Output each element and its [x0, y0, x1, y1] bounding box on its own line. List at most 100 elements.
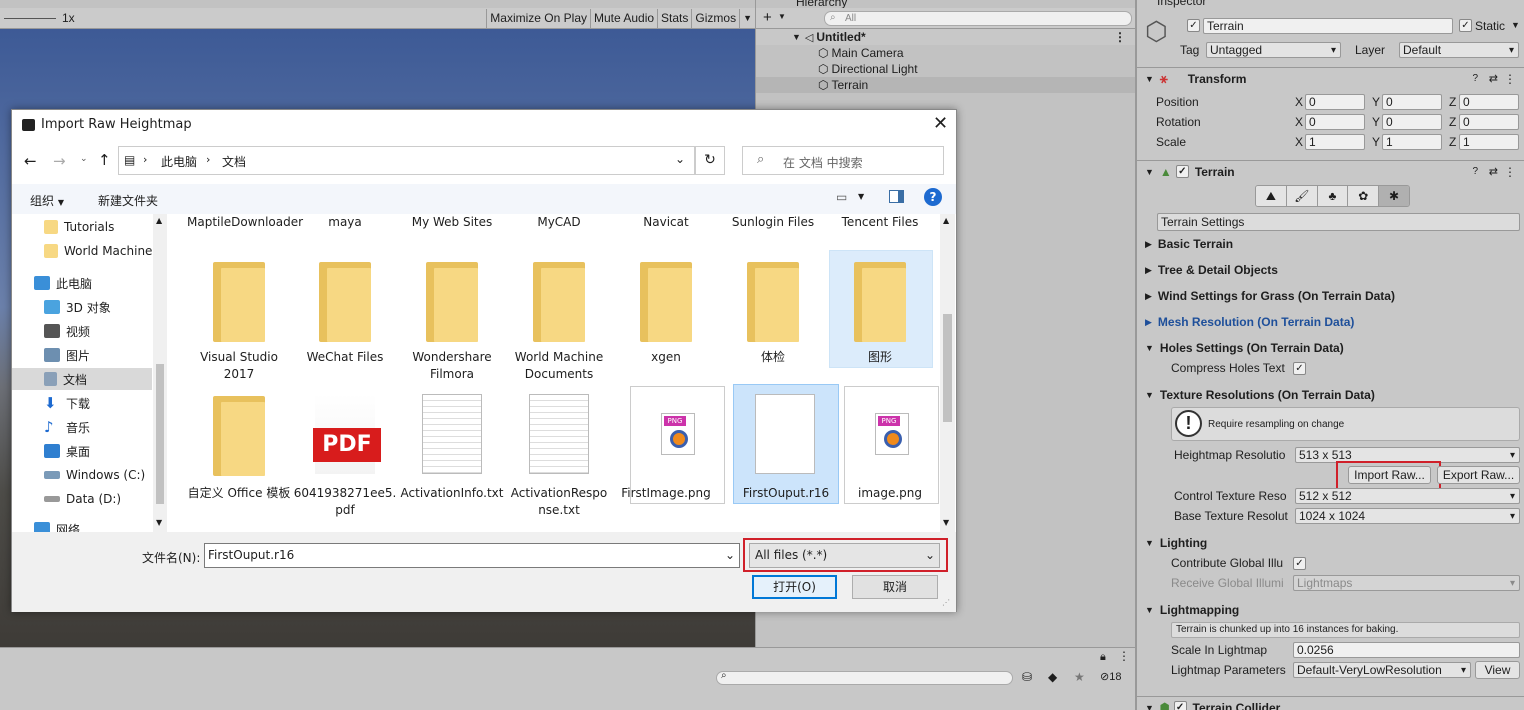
nav-scrollbar[interactable]: ▲ ▼ [153, 214, 167, 532]
new-folder-button[interactable]: 新建文件夹 [98, 192, 158, 209]
fold-icon[interactable]: ▼ [1145, 167, 1154, 177]
help-icon[interactable]: ? [924, 188, 942, 206]
preset-icon[interactable]: ⇄ [1489, 165, 1498, 178]
open-button[interactable]: 打开(O) [752, 575, 837, 599]
terrain-settings-gear-icon[interactable]: ✱ [1379, 186, 1409, 206]
tree-detail-foldout[interactable]: ▶ Tree & Detail Objects [1145, 263, 1278, 277]
scroll-down-icon[interactable]: ▼ [156, 518, 162, 527]
organize-button[interactable]: 组织 ▼ [30, 192, 64, 209]
nav-item-3d-objects[interactable]: 3D 对象 [44, 296, 111, 318]
scale-z-input[interactable]: 1 [1459, 134, 1519, 150]
position-z-input[interactable]: 0 [1459, 94, 1519, 110]
up-arrow-icon[interactable]: ↑ [98, 151, 111, 169]
texture-resolutions-foldout[interactable]: ▼ Texture Resolutions (On Terrain Data) [1145, 388, 1375, 402]
file-item[interactable]: 6041938271ee5.pdf [293, 485, 397, 519]
wind-settings-foldout[interactable]: ▶ Wind Settings for Grass (On Terrain Dat… [1145, 289, 1395, 303]
nav-item-network[interactable]: 网络 [34, 518, 80, 532]
scroll-up-icon[interactable]: ▲ [943, 216, 949, 225]
nav-item-data-d[interactable]: Data (D:) [44, 488, 121, 510]
preset-icon[interactable]: ⇄ [1489, 72, 1498, 85]
cancel-button[interactable]: 取消 [852, 575, 938, 599]
compress-holes-checkbox[interactable]: ✓ [1293, 362, 1306, 375]
folder-item[interactable]: 图形 [828, 349, 932, 366]
basic-terrain-foldout[interactable]: ▶ Basic Terrain [1145, 237, 1233, 251]
menu-icon[interactable]: ⋮ [1118, 649, 1130, 663]
folder-item[interactable]: Sunlogin Files [721, 214, 825, 231]
folder-item[interactable]: My Web Sites [400, 214, 504, 231]
hidden-count[interactable]: ⊘18 [1100, 670, 1121, 683]
lighting-foldout[interactable]: ▼ Lighting [1145, 536, 1207, 550]
gizmos-dropdown-icon[interactable]: ▼ [739, 8, 755, 28]
collider-enabled-checkbox[interactable]: ✓ [1173, 701, 1187, 710]
file-item[interactable]: ActivationInfo.txt [400, 485, 504, 502]
fold-icon[interactable]: ▼ [792, 32, 801, 42]
nav-item-desktop[interactable]: 桌面 [44, 440, 90, 462]
add-dropdown-icon[interactable]: ▼ [778, 12, 786, 21]
paint-details-tool-icon[interactable]: ✿ [1348, 186, 1380, 206]
lightmapping-foldout[interactable]: ▼ Lightmapping [1145, 603, 1239, 617]
back-arrow-icon[interactable]: ← [24, 152, 37, 170]
component-menu-icon[interactable]: ⋮ [1504, 72, 1516, 86]
stats-button[interactable]: Stats [657, 8, 691, 28]
preview-pane-icon[interactable] [889, 190, 904, 203]
view-options-icon[interactable]: ▭ [836, 190, 847, 204]
file-item-selected[interactable]: FirstOuput.r16 [734, 485, 838, 502]
nav-item-music[interactable]: ♪ 音乐 [44, 416, 90, 438]
folder-item[interactable]: 体检 [721, 349, 825, 366]
object-name-input[interactable]: Terrain [1203, 18, 1453, 34]
terrain-enabled-checkbox[interactable]: ✓ [1175, 165, 1189, 178]
scroll-thumb[interactable] [943, 314, 952, 422]
export-raw-button[interactable]: Export Raw... [1437, 466, 1520, 484]
lightmap-parameters-dropdown[interactable]: Default-VeryLowResolution [1293, 662, 1471, 678]
maximize-on-play-button[interactable]: Maximize On Play [486, 8, 590, 28]
forward-arrow-icon[interactable]: → [53, 152, 66, 170]
nav-item-documents[interactable]: 文档 [12, 368, 152, 390]
file-item[interactable]: 自定义 Office 模板 [187, 485, 291, 502]
nav-item-videos[interactable]: 视频 [44, 320, 90, 342]
hierarchy-search-input[interactable]: ⌕ All [824, 11, 1132, 26]
inspector-tab[interactable]: Inspector [1157, 0, 1206, 8]
hierarchy-item-terrain[interactable]: ⬡ Terrain [756, 77, 1136, 93]
filename-input[interactable]: FirstOuput.r16 ⌄ [204, 543, 740, 568]
lock-icon[interactable]: 🔒︎ [1100, 651, 1106, 664]
label-icon[interactable]: ◆ [1048, 670, 1057, 684]
position-x-input[interactable]: 0 [1305, 94, 1365, 110]
folder-item[interactable]: Visual Studio 2017 [187, 349, 291, 383]
folder-item[interactable]: maya [293, 214, 397, 231]
component-menu-icon[interactable]: ⋮ [1504, 165, 1516, 179]
raise-terrain-tool-icon[interactable]: ⛰ [1256, 186, 1287, 206]
nav-item-windows-c[interactable]: Windows (C:) [44, 464, 145, 486]
filename-dropdown-icon[interactable]: ⌄ [725, 544, 735, 567]
fold-icon[interactable]: ▼ [1145, 703, 1154, 710]
rotation-x-input[interactable]: 0 [1305, 114, 1365, 130]
resize-grip-icon[interactable]: ⋰ [942, 598, 950, 607]
base-texture-dropdown[interactable]: 1024 x 1024 [1295, 508, 1520, 524]
folder-item[interactable]: Wondershare Filmora [400, 349, 504, 383]
filter-by-type-icon[interactable]: ⛁ [1022, 670, 1032, 684]
file-grid-scrollbar[interactable]: ▲ ▼ [940, 214, 955, 532]
folder-item[interactable]: MaptileDownloader [187, 214, 303, 231]
help-icon[interactable]: ? [1472, 166, 1478, 177]
scale-in-lightmap-input[interactable]: 0.0256 [1293, 642, 1520, 658]
breadcrumb-this-pc[interactable]: 此电脑 [161, 153, 197, 170]
view-dropdown-icon[interactable]: ▼ [858, 192, 864, 201]
recent-dropdown-icon[interactable]: ⌄ [80, 154, 88, 164]
paint-brush-tool-icon[interactable]: 🖌︎ [1286, 186, 1318, 206]
nav-item-tutorials[interactable]: Tutorials [44, 216, 114, 238]
folder-item[interactable]: Navicat [614, 214, 718, 231]
file-item[interactable]: FirstImage.png [614, 485, 718, 502]
file-item[interactable]: image.png [838, 485, 940, 502]
scene-row[interactable]: ▼ ◁ Untitled* ⋮ [756, 29, 1136, 45]
nav-item-downloads[interactable]: ⬇ 下载 [44, 392, 90, 414]
transform-header[interactable]: ▼ ⚹ Transform ? ⇄ ⋮ [1137, 67, 1524, 89]
folder-item[interactable]: xgen [614, 349, 718, 366]
view-button[interactable]: View [1475, 661, 1520, 679]
nav-item-world-machine[interactable]: World Machine [44, 240, 152, 262]
holes-settings-foldout[interactable]: ▼ Holes Settings (On Terrain Data) [1145, 341, 1344, 355]
static-checkbox[interactable]: ✓ [1459, 19, 1472, 32]
layer-dropdown[interactable]: Default [1399, 42, 1519, 58]
paint-trees-tool-icon[interactable]: ♣ [1317, 186, 1349, 206]
folder-item[interactable]: World Machine Documents [507, 349, 611, 383]
control-texture-dropdown[interactable]: 512 x 512 [1295, 488, 1520, 504]
scroll-up-icon[interactable]: ▲ [156, 216, 162, 225]
